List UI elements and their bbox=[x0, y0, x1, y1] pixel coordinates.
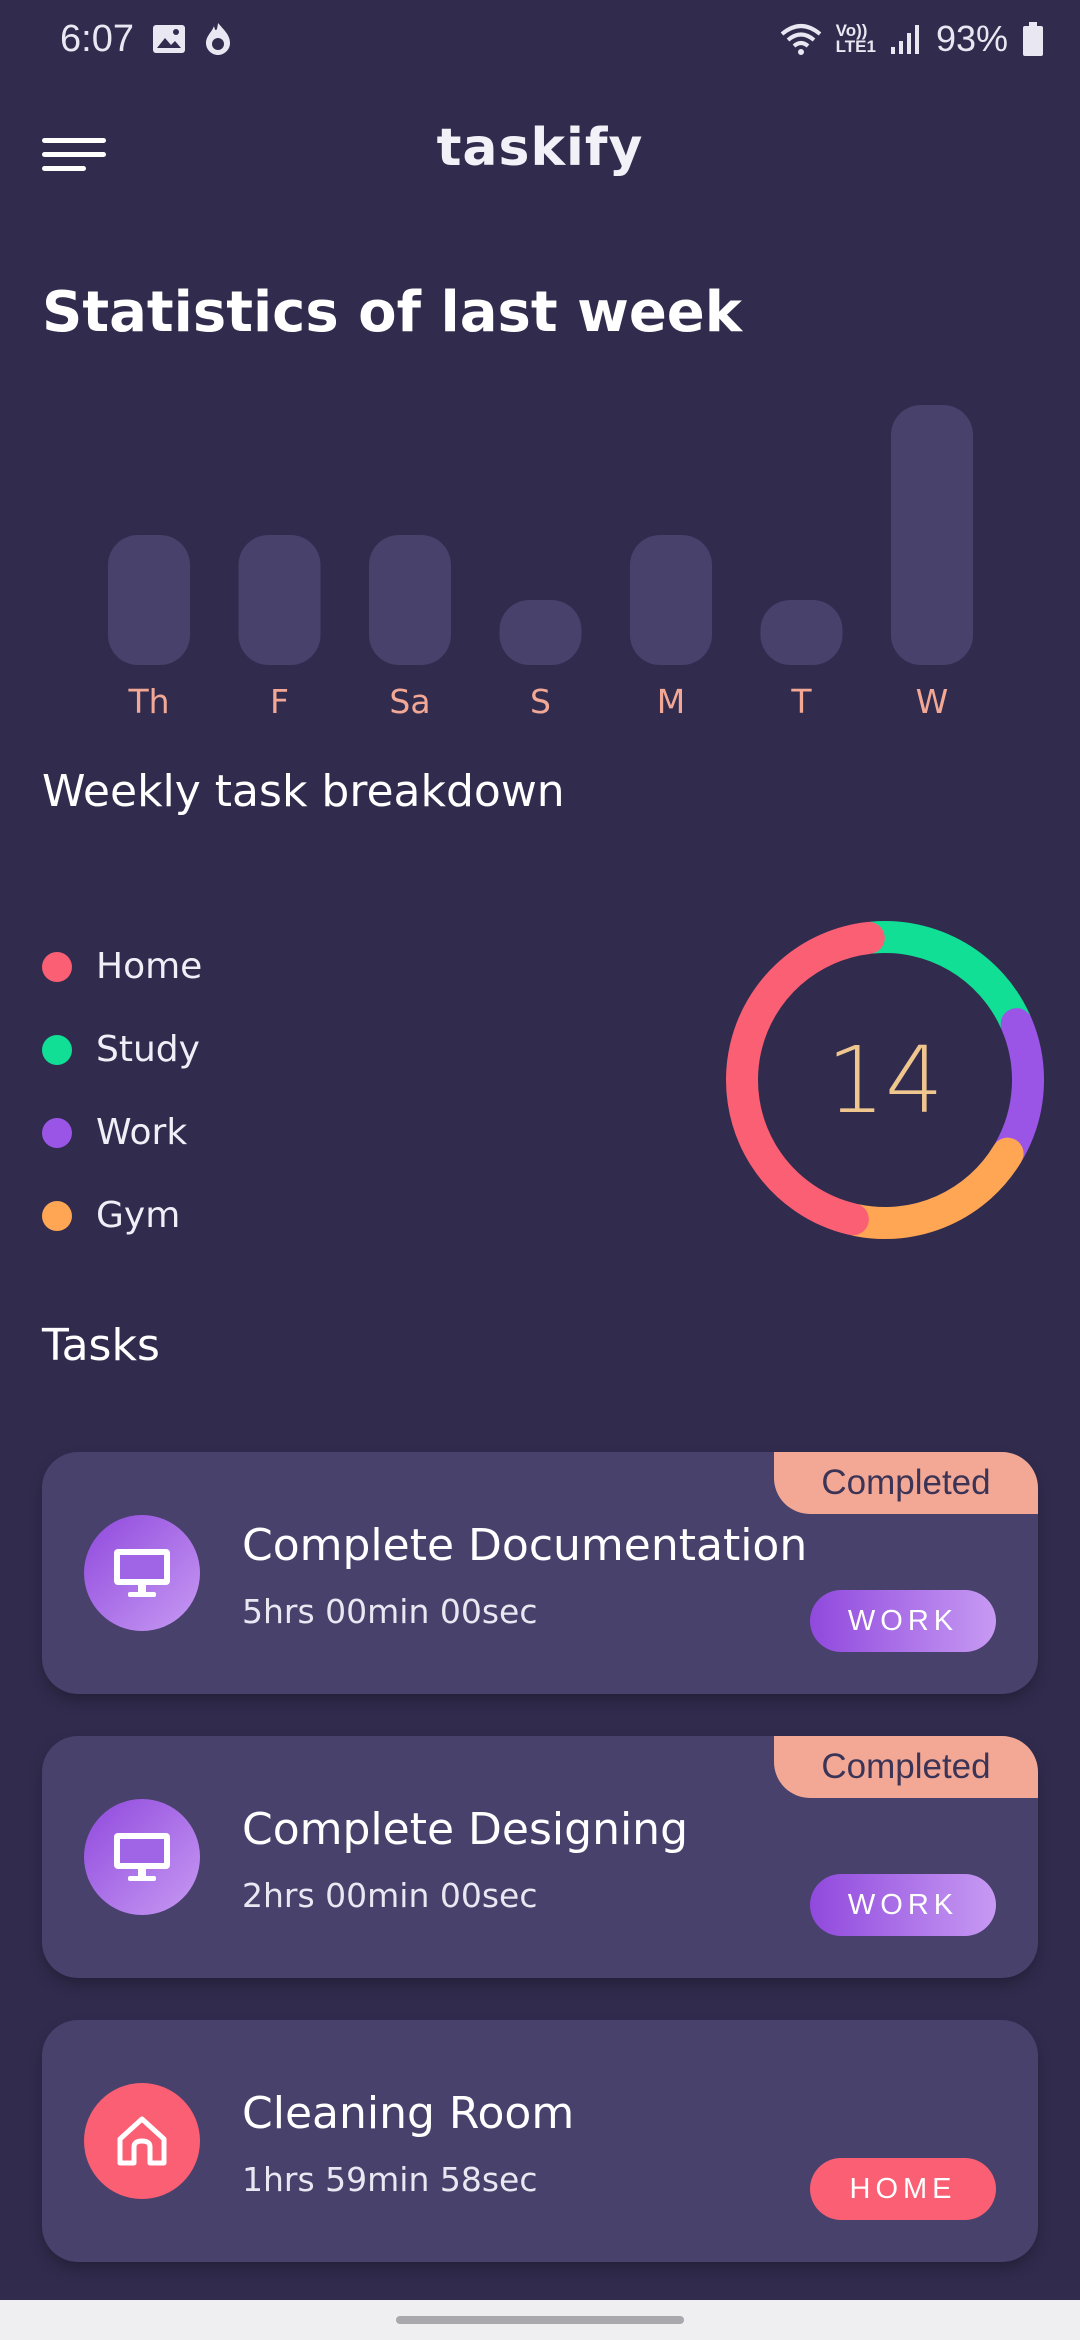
legend-item-home: Home bbox=[42, 925, 202, 1008]
bar-label-t: T bbox=[790, 682, 812, 721]
legend-label: Study bbox=[96, 1029, 200, 1070]
tasks-heading: Tasks bbox=[42, 1320, 160, 1371]
bar-label-s: S bbox=[530, 682, 551, 721]
legend-dot bbox=[42, 1117, 72, 1148]
status-badge: Completed bbox=[774, 1736, 1038, 1798]
status-badge: Completed bbox=[774, 1452, 1038, 1514]
task-card[interactable]: Completed Complete Documentation 5hrs 00… bbox=[42, 1452, 1038, 1694]
category-tag[interactable]: WORK bbox=[810, 1590, 996, 1652]
monitor-icon bbox=[84, 1515, 200, 1631]
legend-dot bbox=[42, 1034, 72, 1065]
bar-f bbox=[238, 535, 321, 665]
donut-total: 14 bbox=[826, 1027, 943, 1134]
status-right: Vo)) LTE1 93% bbox=[780, 18, 1044, 60]
bar-label-w: W bbox=[916, 682, 949, 721]
bar-label-m: M bbox=[657, 682, 685, 721]
network-type: Vo)) LTE1 bbox=[835, 22, 876, 56]
legend-dot bbox=[42, 951, 72, 982]
status-left-icons bbox=[152, 22, 232, 56]
bar-label-f: F bbox=[270, 682, 289, 721]
legend-item-study: Study bbox=[42, 1008, 202, 1091]
home-gesture-handle[interactable] bbox=[396, 2316, 684, 2324]
task-time: 2hrs 00min 00sec bbox=[242, 1876, 538, 1915]
legend-item-gym: Gym bbox=[42, 1174, 202, 1257]
battery-icon bbox=[1023, 22, 1043, 56]
task-title: Cleaning Room bbox=[242, 2088, 575, 2139]
status-time: 6:07 bbox=[60, 18, 134, 60]
legend-label: Work bbox=[96, 1112, 188, 1153]
legend-dot bbox=[42, 1200, 72, 1231]
bar-w bbox=[891, 405, 973, 665]
task-card[interactable]: Cleaning Room 1hrs 59min 58sec HOME bbox=[42, 2020, 1038, 2262]
legend-label: Gym bbox=[96, 1195, 181, 1236]
monitor-icon bbox=[84, 1799, 200, 1915]
weekly-bar-chart: Th F Sa S M T W bbox=[108, 405, 973, 721]
bar-sa bbox=[369, 535, 451, 665]
bar-s bbox=[499, 600, 582, 665]
image-icon bbox=[153, 25, 185, 53]
breakdown-donut-chart: 14 bbox=[726, 921, 1044, 1239]
signal-icon bbox=[890, 25, 919, 54]
category-tag[interactable]: HOME bbox=[810, 2158, 996, 2220]
network-bottom: LTE1 bbox=[835, 37, 876, 56]
app-logo: taskify bbox=[436, 118, 644, 178]
bar-label-th: Th bbox=[127, 682, 169, 721]
home-icon bbox=[84, 2083, 200, 2199]
task-time: 1hrs 59min 58sec bbox=[242, 2160, 538, 2199]
task-time: 5hrs 00min 00sec bbox=[242, 1592, 538, 1631]
bar-th bbox=[108, 535, 190, 665]
breakdown-legend: Home Study Work Gym bbox=[42, 925, 202, 1257]
battery-percent: 93% bbox=[935, 18, 1008, 59]
bar-m bbox=[630, 535, 712, 665]
task-title: Complete Documentation bbox=[242, 1520, 808, 1571]
bar-t bbox=[760, 600, 843, 665]
bar-label-sa: Sa bbox=[389, 682, 430, 721]
flame-icon bbox=[206, 23, 230, 55]
task-card[interactable]: Completed Complete Designing 2hrs 00min … bbox=[42, 1736, 1038, 1978]
breakdown-title: Weekly task breakdown bbox=[42, 766, 565, 817]
legend-item-work: Work bbox=[42, 1091, 202, 1174]
category-tag[interactable]: WORK bbox=[810, 1874, 996, 1936]
wifi-icon bbox=[780, 24, 821, 55]
page-title: Statistics of last week bbox=[42, 280, 743, 345]
legend-label: Home bbox=[96, 946, 203, 987]
task-title: Complete Designing bbox=[242, 1804, 688, 1855]
